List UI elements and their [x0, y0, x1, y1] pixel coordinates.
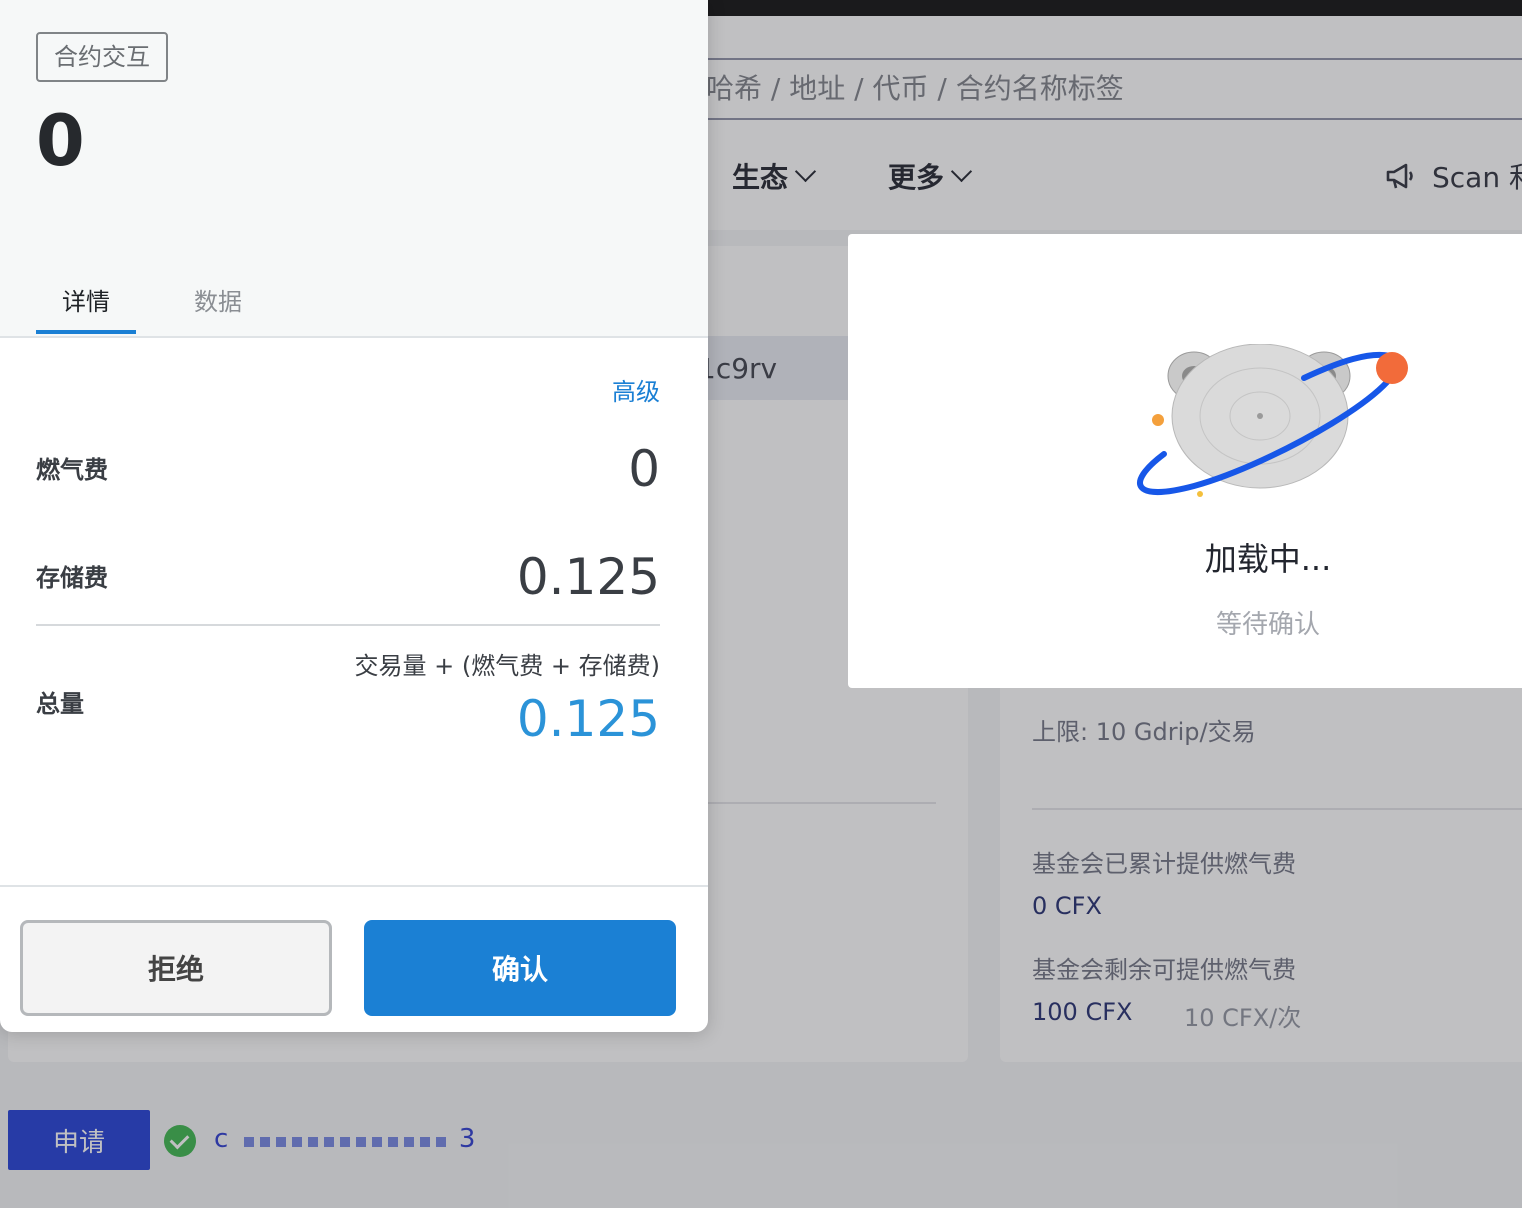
transaction-type-tag: 合约交互: [36, 32, 168, 82]
total-formula: 交易量 + (燃气费 + 存储费): [354, 652, 660, 680]
divider: [36, 624, 660, 626]
wallet-header: 合约交互 0 详情 数据: [0, 0, 708, 338]
footer-divider: [0, 885, 708, 887]
total-label: 总量: [36, 690, 84, 718]
loading-modal: 加载中... 等待确认: [848, 234, 1522, 688]
storage-fee-value: 0.125: [516, 548, 660, 606]
tab-details[interactable]: 详情: [62, 282, 110, 317]
storage-fee-label: 存储费: [36, 564, 108, 592]
gas-fee-value: 0: [628, 440, 660, 498]
planet-loader-icon: [1137, 344, 1408, 497]
confirm-button[interactable]: 确认: [364, 920, 676, 1016]
loading-subtitle: 等待确认: [1215, 610, 1320, 640]
tab-data[interactable]: 数据: [194, 282, 242, 317]
reject-button[interactable]: 拒绝: [20, 920, 332, 1016]
gas-fee-label: 燃气费: [36, 456, 108, 484]
active-tab-indicator: [36, 330, 136, 334]
loading-title: 加载中...: [1204, 540, 1332, 578]
wallet-confirm-popup: 合约交互 0 详情 数据 高级 燃气费 0 存储费 0.125 交易量 + (燃…: [0, 0, 708, 1032]
advanced-link[interactable]: 高级: [612, 372, 660, 407]
transaction-amount: 0: [36, 100, 85, 182]
total-value: 0.125: [516, 690, 660, 748]
